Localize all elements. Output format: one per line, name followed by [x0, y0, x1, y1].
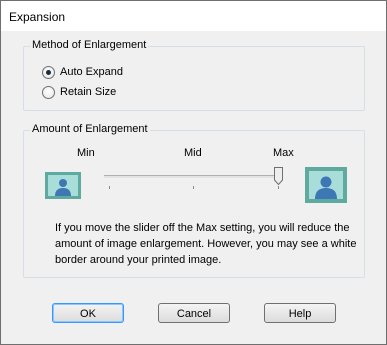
slider-max-label: Max: [273, 147, 294, 159]
auto-expand-radio[interactable]: [42, 65, 55, 79]
help-button[interactable]: Help: [264, 303, 336, 323]
ok-button[interactable]: OK: [52, 303, 124, 323]
auto-expand-option[interactable]: Auto Expand: [42, 64, 123, 80]
method-group-legend: Method of Enlargement: [30, 39, 149, 51]
method-group: Method of Enlargement Auto Expand Retain…: [23, 39, 365, 111]
enlargement-slider-track[interactable]: [104, 175, 282, 178]
retain-size-label[interactable]: Retain Size: [60, 86, 116, 98]
window-title: Expansion: [9, 10, 66, 24]
retain-size-radio[interactable]: [42, 85, 55, 99]
title-bar: Expansion: [1, 1, 386, 31]
person-small-icon: [45, 172, 81, 199]
slider-min-label: Min: [77, 147, 95, 159]
person-large-icon: [305, 167, 347, 203]
cancel-button[interactable]: Cancel: [158, 303, 230, 323]
slider-tick-min: [109, 186, 110, 189]
slider-tick-max: [278, 186, 279, 189]
slider-mid-label: Mid: [184, 147, 202, 159]
enlargement-slider-thumb[interactable]: [274, 167, 283, 186]
retain-size-option[interactable]: Retain Size: [42, 84, 116, 100]
amount-group-legend: Amount of Enlargement: [30, 123, 150, 135]
auto-expand-label[interactable]: Auto Expand: [60, 66, 123, 78]
enlargement-description: If you move the slider off the Max setti…: [55, 222, 357, 266]
expansion-dialog: Expansion Method of Enlargement Auto Exp…: [0, 0, 387, 345]
slider-tick-mid: [193, 186, 194, 189]
